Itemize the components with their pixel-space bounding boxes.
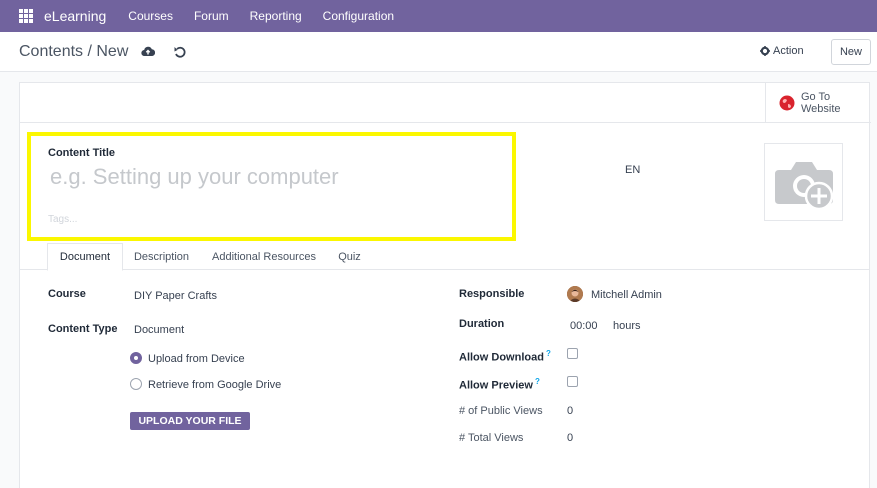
tab-document[interactable]: Document <box>47 243 123 271</box>
allow-preview-checkbox[interactable] <box>567 376 578 387</box>
upload-from-device-radio[interactable] <box>130 352 142 364</box>
help-tooltip-icon[interactable]: ? <box>546 349 551 358</box>
action-label: Action <box>773 45 804 57</box>
tab-quiz[interactable]: Quiz <box>328 243 371 270</box>
duration-label: Duration <box>459 318 505 330</box>
new-button[interactable]: New <box>831 39 871 65</box>
go-to-website-label: Go To Website <box>801 91 841 115</box>
course-label: Course <box>48 288 86 300</box>
apps-menu-icon[interactable] <box>19 9 33 23</box>
tags-input[interactable] <box>48 212 348 226</box>
menu-item-reporting[interactable]: Reporting <box>250 9 302 23</box>
app-brand[interactable]: eLearning <box>44 8 106 24</box>
upload-from-device-label: Upload from Device <box>148 353 245 365</box>
action-menu-button[interactable]: Action <box>760 45 804 57</box>
content-type-label: Content Type <box>48 323 118 335</box>
content-title-label: Content Title <box>48 147 116 159</box>
total-views-value: 0 <box>567 432 574 444</box>
menu-item-courses[interactable]: Courses <box>128 9 173 23</box>
camera-plus-icon <box>774 162 833 210</box>
breadcrumb[interactable]: Contents / New <box>19 43 128 61</box>
tab-description[interactable]: Description <box>123 243 200 270</box>
retrieve-google-drive-label: Retrieve from Google Drive <box>148 379 282 391</box>
duration-unit: hours <box>613 320 641 332</box>
save-cloud-icon[interactable] <box>141 45 155 57</box>
avatar <box>567 286 583 302</box>
course-field[interactable]: DIY Paper Crafts <box>134 290 217 302</box>
top-navbar: eLearning Courses Forum Reporting Config… <box>0 0 877 32</box>
smart-button-box: Go To Website <box>20 83 871 123</box>
upload-file-button[interactable]: UPLOAD YOUR FILE <box>130 412 250 430</box>
content-type-field[interactable]: Document <box>134 324 184 336</box>
image-upload-box[interactable] <box>764 143 843 221</box>
public-views-value: 0 <box>567 405 574 417</box>
tab-additional-resources[interactable]: Additional Resources <box>200 243 328 270</box>
discard-icon[interactable] <box>173 45 187 59</box>
allow-preview-label: Allow Preview? <box>459 377 540 392</box>
language-badge[interactable]: EN <box>625 164 640 176</box>
public-views-label: # of Public Views <box>459 405 543 417</box>
menu-item-forum[interactable]: Forum <box>194 9 229 23</box>
content-title-input[interactable] <box>50 163 490 191</box>
globe-icon <box>779 95 795 111</box>
notebook-tabs: Document Description Additional Resource… <box>19 243 870 271</box>
retrieve-google-drive-radio[interactable] <box>130 378 142 390</box>
duration-field[interactable]: 00:00 <box>570 320 598 332</box>
control-panel: Contents / New <box>0 32 877 72</box>
total-views-label: # Total Views <box>459 432 524 444</box>
responsible-field[interactable]: Mitchell Admin <box>591 289 662 301</box>
menu-item-configuration[interactable]: Configuration <box>323 9 394 23</box>
allow-download-checkbox[interactable] <box>567 348 578 359</box>
go-to-website-button[interactable]: Go To Website <box>765 83 871 123</box>
allow-download-label: Allow Download? <box>459 349 551 364</box>
help-tooltip-icon[interactable]: ? <box>535 377 540 386</box>
gear-icon <box>760 46 770 56</box>
responsible-label: Responsible <box>459 288 525 300</box>
